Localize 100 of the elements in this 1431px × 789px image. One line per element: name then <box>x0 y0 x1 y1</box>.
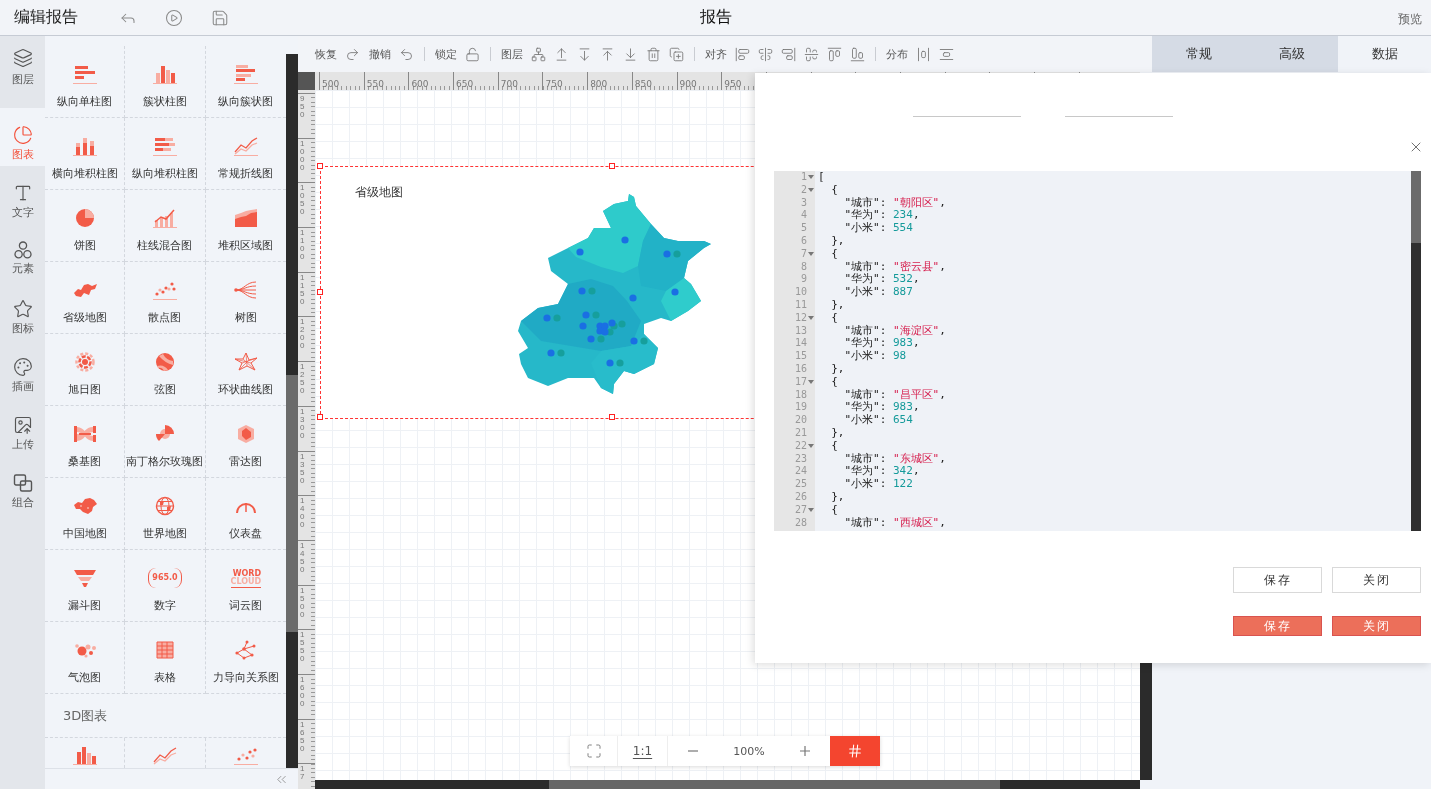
fold-caret-icon[interactable] <box>808 175 814 180</box>
fit-screen-button[interactable] <box>570 736 618 766</box>
chart-type-item[interactable]: 南丁格尔玫瑰图 <box>125 406 206 478</box>
align-middle-button[interactable] <box>804 46 819 62</box>
play-button[interactable] <box>165 8 183 27</box>
redo-button[interactable] <box>345 46 360 62</box>
chart-type-item[interactable]: 饼图 <box>45 190 126 262</box>
trash-icon <box>646 46 661 62</box>
plus-icon <box>799 746 810 756</box>
fold-caret-icon[interactable] <box>808 316 814 321</box>
code-line: }, <box>830 298 845 312</box>
line-number: 22 <box>794 439 807 453</box>
bar-line-chart-icon <box>151 208 179 228</box>
chart-type-item[interactable]: 横向堆积柱图 <box>45 118 126 190</box>
fold-caret-icon[interactable] <box>808 188 814 193</box>
line-number: 2 <box>800 183 807 197</box>
rail-tab[interactable]: 图标 <box>0 282 45 340</box>
rail-tab[interactable]: 上传 <box>0 398 45 456</box>
grid-toggle-button[interactable] <box>830 736 880 766</box>
zoom-in-button[interactable] <box>780 736 830 766</box>
align-left-button[interactable] <box>735 46 750 62</box>
send-backward-button[interactable] <box>577 46 592 62</box>
distribute-horizontal-button[interactable] <box>916 46 931 62</box>
chart-type-item[interactable]: 965.0 数字 <box>125 550 206 622</box>
align-center-button[interactable] <box>758 46 773 62</box>
rail-tab[interactable]: 图层 <box>0 36 45 108</box>
chart-type-item[interactable]: 气泡图 <box>45 622 126 694</box>
code-line: { <box>830 375 838 389</box>
chart-type-item[interactable]: 桑基图 <box>45 406 126 478</box>
resize-handle[interactable] <box>317 414 323 420</box>
stacked-column-chart-icon <box>70 136 99 156</box>
rail-tab[interactable]: 元素 <box>0 224 45 282</box>
dialog-button[interactable]: 关闭 <box>1332 567 1421 593</box>
preview-link[interactable]: 预览 <box>1398 11 1422 26</box>
chart-type-item[interactable]: 世界地图 <box>125 478 206 550</box>
resize-handle[interactable] <box>609 163 615 169</box>
fold-caret-icon[interactable] <box>808 380 814 385</box>
image-upload-icon <box>12 415 33 435</box>
code-editor[interactable] <box>774 171 1421 531</box>
widget-title: 省级地图 <box>355 184 403 201</box>
toolbar-label: 对齐 <box>705 46 727 62</box>
scrollbar-thumb[interactable] <box>549 780 1000 789</box>
map-point <box>588 287 596 295</box>
rail-tab[interactable]: 文字 <box>0 166 45 224</box>
chart-type-item[interactable]: 表格 <box>125 622 206 694</box>
chart-type-item[interactable]: 省级地图 <box>45 262 126 334</box>
resize-handle[interactable] <box>609 414 615 420</box>
line-number: 25 <box>794 478 807 491</box>
ruler-label: 800 <box>590 79 608 89</box>
bring-forward-button[interactable] <box>554 46 569 62</box>
ruler-label: 1450 <box>300 541 305 574</box>
send-to-back-button[interactable] <box>623 46 638 62</box>
grouped-bar-chart-icon <box>231 64 260 84</box>
rail-tab[interactable]: 组合 <box>0 456 45 514</box>
actual-size-button[interactable]: 1:1 <box>618 736 668 766</box>
fold-caret-icon[interactable] <box>808 444 814 449</box>
bring-to-front-button[interactable] <box>600 46 615 62</box>
save-button[interactable] <box>211 8 229 27</box>
line-number: 3 <box>800 196 807 210</box>
chart-type-item[interactable]: 纵向单柱图 <box>45 46 126 118</box>
fold-caret-icon[interactable] <box>808 252 814 257</box>
align-bottom-button[interactable] <box>850 46 865 62</box>
undo-button[interactable] <box>399 46 414 62</box>
ruler-label: 950 <box>300 95 305 119</box>
chart-type-item[interactable]: 旭日图 <box>45 334 126 406</box>
unlock-button[interactable] <box>465 46 480 62</box>
panel-tab[interactable]: 高级 <box>1245 36 1338 72</box>
align-right-icon <box>781 46 796 62</box>
delete-button[interactable] <box>646 46 661 62</box>
ruler-label: 1150 <box>300 273 305 306</box>
chart-type-item[interactable]: 柱线混合图 <box>125 190 206 262</box>
ruler-label: 600 <box>411 79 429 89</box>
ruler-label: 1250 <box>300 363 305 396</box>
ruler-label: 550 <box>366 79 384 89</box>
map-point <box>547 349 555 357</box>
duplicate-button[interactable] <box>669 46 684 62</box>
code-line: [ <box>818 171 825 184</box>
scrollbar-thumb[interactable] <box>286 375 298 632</box>
arrow-up-from-line-icon <box>554 46 569 62</box>
chart-type-item[interactable]: 簇状柱图 <box>125 46 206 118</box>
line-number: 23 <box>794 452 807 466</box>
ruler-label: 1050 <box>300 184 305 217</box>
rail-tab[interactable]: 插画 <box>0 340 45 398</box>
fold-caret-icon[interactable] <box>808 508 814 513</box>
chart-type-item[interactable]: 纵向堆积柱图 <box>125 118 206 190</box>
chart-type-item[interactable]: 弦图 <box>125 334 206 406</box>
hierarchy-button[interactable] <box>531 46 546 62</box>
align-top-button[interactable] <box>827 46 842 62</box>
align-right-button[interactable] <box>781 46 796 62</box>
resize-handle[interactable] <box>317 163 323 169</box>
scrollbar-thumb[interactable] <box>1411 171 1421 243</box>
map-point <box>543 314 551 322</box>
dialog-button[interactable]: 保存 <box>1233 567 1322 593</box>
panel-tab[interactable]: 常规 <box>1152 36 1245 72</box>
distribute-vertical-button[interactable] <box>939 46 954 62</box>
chart-type-item[interactable]: 漏斗图 <box>45 550 126 622</box>
chart-type-item[interactable]: 散点图 <box>125 262 206 334</box>
resize-handle[interactable] <box>317 289 323 295</box>
chart-type-item[interactable]: 中国地图 <box>45 478 126 550</box>
code-line: { <box>830 439 838 453</box>
